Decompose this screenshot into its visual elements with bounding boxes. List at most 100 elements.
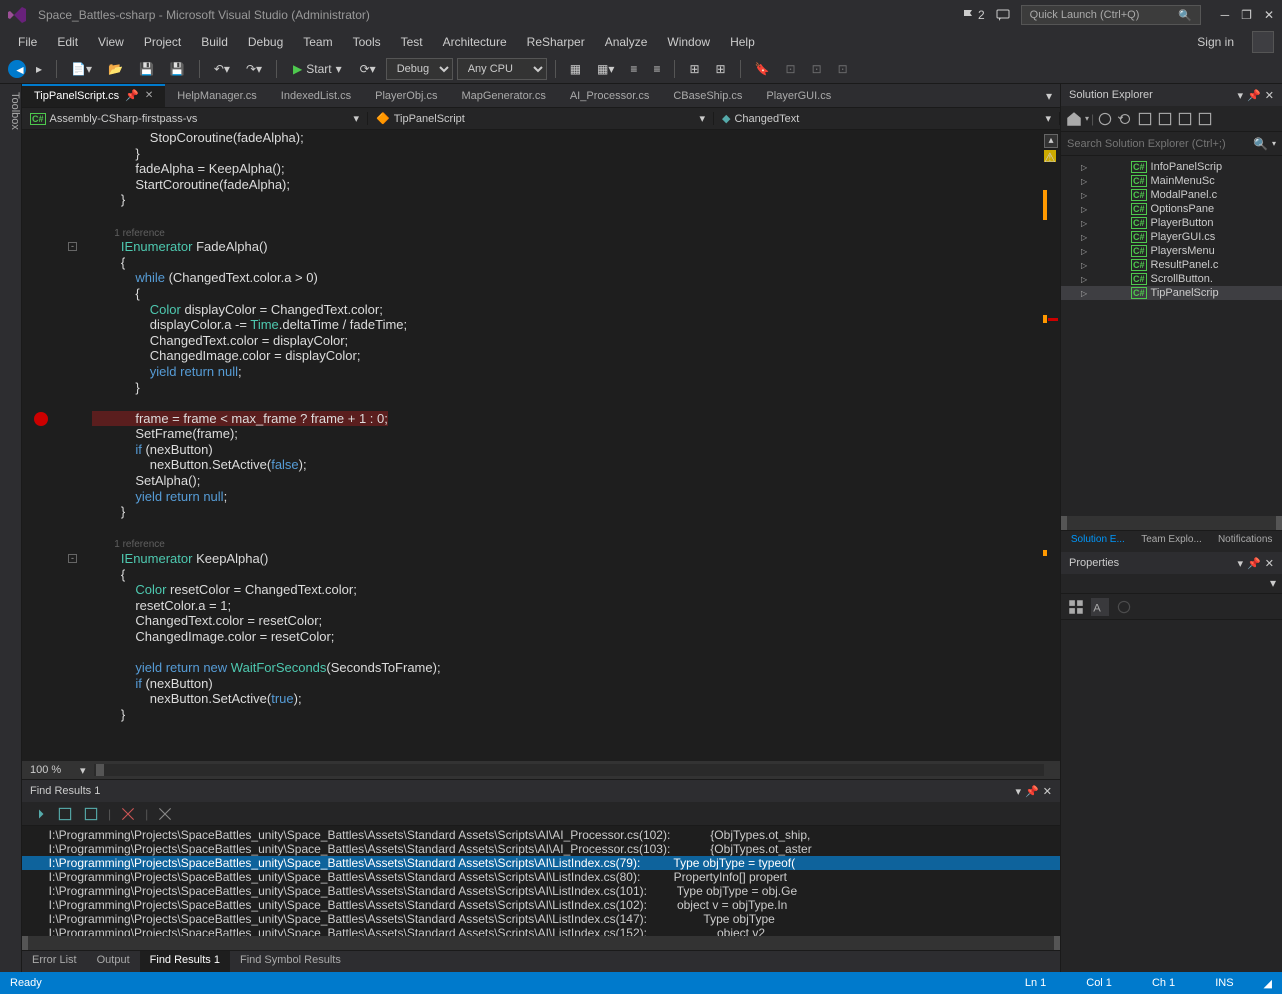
menu-debug[interactable]: Debug [238, 32, 293, 52]
properties-object-dropdown[interactable]: ▾ [1061, 574, 1282, 594]
bottom-tab[interactable]: Output [87, 951, 140, 972]
menu-view[interactable]: View [88, 32, 134, 52]
prop-wrench-button[interactable] [1115, 598, 1133, 616]
solution-search-input[interactable] [1067, 138, 1253, 150]
preview-button[interactable] [1196, 110, 1214, 128]
file-tab[interactable]: TipPanelScript.cs📌✕ [22, 84, 165, 107]
menu-build[interactable]: Build [191, 32, 238, 52]
menu-resharper[interactable]: ReSharper [517, 32, 595, 52]
bottom-tab[interactable]: Find Symbol Results [230, 951, 351, 972]
find-results-list[interactable]: I:\Programming\Projects\SpaceBattles_uni… [22, 826, 1060, 936]
sln-panel-tab[interactable]: Solution E... [1061, 531, 1135, 552]
platform-dropdown[interactable]: Any CPU [457, 58, 547, 80]
tree-item[interactable]: ▷C#PlayerButton [1061, 216, 1282, 230]
overview-ruler[interactable]: ▴ ⚠ [1042, 130, 1060, 761]
class-dropdown[interactable]: 🔶TipPanelScript▾ [368, 112, 714, 125]
alphabetical-button[interactable]: A [1091, 598, 1109, 616]
expand-icon[interactable]: ▷ [1081, 205, 1087, 214]
panel-dropdown-button[interactable]: ▾ [1016, 785, 1022, 798]
toolbar-btn-5[interactable]: ⊡ [780, 59, 802, 79]
find-result-line[interactable]: I:\Programming\Projects\SpaceBattles_uni… [22, 870, 1060, 884]
find-result-line[interactable]: I:\Programming\Projects\SpaceBattles_uni… [22, 856, 1060, 870]
expand-icon[interactable]: ▷ [1081, 247, 1087, 256]
code-editor[interactable]: -- StopCoroutine(fadeAlpha); } fadeAlpha… [22, 130, 1060, 761]
find-result-line[interactable]: I:\Programming\Projects\SpaceBattles_uni… [22, 842, 1060, 856]
sln-panel-tab[interactable]: Notifications [1208, 531, 1282, 552]
menu-architecture[interactable]: Architecture [433, 32, 517, 52]
bottom-tab[interactable]: Find Results 1 [140, 951, 230, 972]
config-dropdown[interactable]: Debug [386, 58, 453, 80]
redo-button[interactable]: ↷▾ [240, 59, 268, 79]
sln-h-scrollbar[interactable] [1061, 516, 1282, 530]
refresh-button[interactable] [1116, 110, 1134, 128]
sign-in-link[interactable]: Sign in [1187, 32, 1244, 52]
bottom-tab[interactable]: Error List [22, 951, 87, 972]
assembly-dropdown[interactable]: C#Assembly-CSharp-firstpass-vs▾ [22, 112, 368, 125]
file-tab[interactable]: AI_Processor.cs [558, 84, 661, 107]
save-all-button[interactable]: 💾 [164, 59, 191, 79]
tree-item[interactable]: ▷C#ModalPanel.c [1061, 188, 1282, 202]
prop-dropdown-button[interactable]: ▾ [1238, 557, 1244, 570]
toolbar-btn-6[interactable]: ⊡ [806, 59, 828, 79]
feedback-icon[interactable] [995, 7, 1011, 23]
comment-button[interactable]: ≡ [624, 59, 643, 79]
panel-close-button[interactable]: ✕ [1043, 785, 1052, 798]
expand-icon[interactable]: ▷ [1081, 191, 1087, 200]
expand-icon[interactable]: ▷ [1081, 289, 1087, 298]
categorized-button[interactable] [1067, 598, 1085, 616]
prop-pin-button[interactable]: 📌 [1247, 557, 1261, 570]
resize-grip-icon[interactable]: ◢ [1264, 977, 1272, 990]
close-button[interactable]: ✕ [1264, 8, 1274, 22]
fold-button[interactable]: - [68, 242, 77, 251]
goto-location-button[interactable] [30, 805, 48, 823]
home-button[interactable] [1065, 110, 1083, 128]
toolbar-btn-3[interactable]: ⊞ [683, 59, 705, 79]
tree-item[interactable]: ▷C#MainMenuSc [1061, 174, 1282, 188]
sln-close-button[interactable]: ✕ [1265, 89, 1274, 102]
find-result-line[interactable]: I:\Programming\Projects\SpaceBattles_uni… [22, 898, 1060, 912]
split-button[interactable]: ▴ [1044, 134, 1058, 148]
start-debug-button[interactable]: ▶Start ▾ [285, 60, 350, 78]
menu-file[interactable]: File [8, 32, 47, 52]
horizontal-scrollbar[interactable] [94, 764, 1044, 776]
nav-fwd-button[interactable]: ▸ [30, 59, 48, 79]
notification-flag[interactable]: 2 [962, 8, 985, 22]
prop-close-button[interactable]: ✕ [1265, 557, 1274, 570]
save-button[interactable]: 💾 [133, 59, 160, 79]
tab-close-button[interactable]: ✕ [145, 90, 153, 101]
solution-tree[interactable]: ▷C#InfoPanelScrip▷C#MainMenuSc▷C#ModalPa… [1061, 156, 1282, 516]
fold-button[interactable]: - [68, 554, 77, 563]
file-tab[interactable]: MapGenerator.cs [449, 84, 557, 107]
bookmark-button[interactable]: 🔖 [749, 59, 776, 79]
menu-help[interactable]: Help [720, 32, 765, 52]
zoom-dropdown[interactable]: 100 % [30, 764, 80, 776]
properties-grid[interactable] [1061, 620, 1282, 972]
tree-item[interactable]: ▷C#PlayersMenu [1061, 244, 1282, 258]
find-result-line[interactable]: I:\Programming\Projects\SpaceBattles_uni… [22, 926, 1060, 936]
open-file-button[interactable]: 📂 [102, 59, 129, 79]
show-all-button[interactable] [1156, 110, 1174, 128]
uncomment-button[interactable]: ≡ [647, 59, 666, 79]
expand-icon[interactable]: ▷ [1081, 233, 1087, 242]
sync-button[interactable] [1096, 110, 1114, 128]
toolbar-btn-2[interactable]: ▦▾ [591, 59, 620, 79]
file-tab[interactable]: HelpManager.cs [165, 84, 269, 107]
quick-launch-input[interactable]: Quick Launch (Ctrl+Q) 🔍 [1021, 5, 1201, 25]
file-tab[interactable]: PlayerObj.cs [363, 84, 449, 107]
user-avatar-icon[interactable] [1252, 31, 1274, 53]
menu-analyze[interactable]: Analyze [595, 32, 658, 52]
find-result-line[interactable]: I:\Programming\Projects\SpaceBattles_uni… [22, 912, 1060, 926]
menu-window[interactable]: Window [657, 32, 720, 52]
find-result-line[interactable]: I:\Programming\Projects\SpaceBattles_uni… [22, 884, 1060, 898]
tree-item[interactable]: ▷C#InfoPanelScrip [1061, 160, 1282, 174]
collapse-button[interactable] [1136, 110, 1154, 128]
expand-icon[interactable]: ▷ [1081, 219, 1087, 228]
expand-icon[interactable]: ▷ [1081, 261, 1087, 270]
new-project-button[interactable]: 📄▾ [65, 59, 98, 79]
tree-item[interactable]: ▷C#ResultPanel.c [1061, 258, 1282, 272]
nav-back-button[interactable]: ◄ [8, 60, 26, 78]
file-tab[interactable]: CBaseShip.cs [661, 84, 754, 107]
tree-item[interactable]: ▷C#ScrollButton. [1061, 272, 1282, 286]
cancel-button[interactable] [156, 805, 174, 823]
sln-pin-button[interactable]: 📌 [1247, 89, 1261, 102]
